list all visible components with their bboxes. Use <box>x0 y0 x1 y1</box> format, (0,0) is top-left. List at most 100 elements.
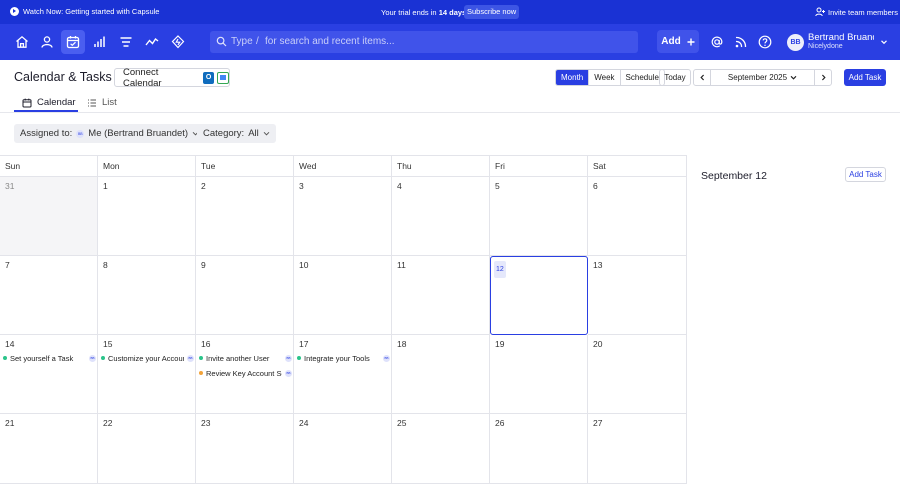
user-name[interactable]: Bertrand Bruandet <box>808 32 874 43</box>
subscribe-button[interactable]: Subscribe now <box>464 5 520 19</box>
day-cell[interactable]: 13 <box>588 256 687 335</box>
day-cell[interactable]: 6 <box>588 177 687 256</box>
mentions-button[interactable] <box>710 35 724 49</box>
day-number: 1 <box>103 181 108 191</box>
today-button[interactable]: Today <box>659 69 691 86</box>
day-cell[interactable]: 7 <box>0 256 98 335</box>
day-cell[interactable]: 12 <box>490 256 588 335</box>
task-title: Review Key Account Settings <box>206 368 282 378</box>
day-cell[interactable]: 20 <box>588 335 687 414</box>
home-icon <box>16 35 28 48</box>
calendar-task[interactable]: Invite another User BB <box>199 352 292 364</box>
nav-lists[interactable] <box>117 33 135 51</box>
task-title: Set yourself a Task <box>10 353 74 363</box>
view-week-button[interactable]: Week <box>589 70 621 85</box>
calendar-icon <box>22 98 32 107</box>
day-number: 12 <box>494 261 506 278</box>
at-sign-icon <box>711 36 723 48</box>
day-cell[interactable]: 17 Integrate your Tools BB <box>294 335 392 414</box>
chevron-down-icon[interactable] <box>880 38 888 46</box>
assigned-to-filter[interactable]: Assigned to: BB Me (Bertrand Bruandet) <box>14 124 206 143</box>
connect-calendar-button[interactable]: Connect Calendar O <box>114 66 230 89</box>
day-cell[interactable]: 16 Invite another User BB Review Key Accoun… <box>196 335 294 414</box>
side-add-task-button[interactable]: Add Task <box>845 167 886 182</box>
nav-reports[interactable] <box>91 33 109 51</box>
watch-now-label: Watch Now: Getting started with Capsule <box>23 7 160 16</box>
day-cell[interactable]: 15 Customize your Account BB <box>98 335 196 414</box>
day-cell[interactable]: 31 <box>0 177 98 256</box>
list-icon <box>120 37 132 47</box>
add-new-button[interactable]: Add <box>657 30 699 53</box>
day-cell[interactable]: 18 <box>392 335 490 414</box>
task-assignee-avatar: BB <box>285 369 292 377</box>
nav-people[interactable] <box>38 33 56 51</box>
category-filter[interactable]: Category: All <box>197 124 276 143</box>
global-search-input[interactable]: Type / for search and recent items... <box>210 31 638 53</box>
watch-now-link[interactable]: Watch Now: Getting started with Capsule <box>10 7 159 16</box>
day-number: 18 <box>397 339 407 349</box>
trial-prefix: Your trial ends in <box>381 8 437 17</box>
day-cell[interactable]: 26 <box>490 414 588 484</box>
view-schedule-button[interactable]: Schedule <box>621 70 664 85</box>
task-assignee-avatar: BB <box>383 354 390 362</box>
day-cell[interactable]: 10 <box>294 256 392 335</box>
day-number: 4 <box>397 181 402 191</box>
task-assignee-avatar: BB <box>285 354 292 362</box>
assigned-to-value: Me (Bertrand Bruandet) <box>88 128 189 139</box>
day-cell[interactable]: 23 <box>196 414 294 484</box>
calendar-task[interactable]: Customize your Account BB <box>101 352 194 364</box>
next-month-button[interactable] <box>815 70 831 85</box>
weekday-header-sun: Sun <box>0 155 98 177</box>
day-cell[interactable]: 22 <box>98 414 196 484</box>
tab-list[interactable]: List <box>87 93 117 112</box>
day-cell[interactable]: 11 <box>392 256 490 335</box>
month-label: September 2025 <box>727 73 788 82</box>
day-number: 17 <box>299 339 309 349</box>
weekday-header-wed: Wed <box>294 155 392 177</box>
user-organization: Nicelydone <box>808 43 843 50</box>
day-cell[interactable]: 3 <box>294 177 392 256</box>
day-cell[interactable]: 8 <box>98 256 196 335</box>
previous-month-button[interactable] <box>694 70 710 85</box>
view-month-button[interactable]: Month <box>556 70 590 85</box>
add-task-button[interactable]: Add Task <box>844 69 886 86</box>
day-cell[interactable]: 27 <box>588 414 687 484</box>
calendar-task[interactable]: Integrate your Tools BB <box>297 352 390 364</box>
day-cell[interactable]: 2 <box>196 177 294 256</box>
view-switcher: Month Week Schedule <box>555 69 665 86</box>
lightning-icon <box>171 35 185 49</box>
day-cell[interactable]: 24 <box>294 414 392 484</box>
day-cell[interactable]: 9 <box>196 256 294 335</box>
day-cell[interactable]: 21 <box>0 414 98 484</box>
month-picker[interactable]: September 2025 <box>710 70 815 85</box>
nav-home[interactable] <box>13 33 31 51</box>
announcement-bar: Watch Now: Getting started with Capsule … <box>0 0 900 24</box>
day-cell[interactable]: 5 <box>490 177 588 256</box>
day-cell[interactable]: 25 <box>392 414 490 484</box>
user-avatar[interactable]: BB <box>787 34 804 51</box>
calendar-task[interactable]: Set yourself a Task BB <box>3 352 96 364</box>
day-cell[interactable]: 19 <box>490 335 588 414</box>
nav-workflows[interactable] <box>169 33 187 51</box>
day-cell[interactable]: 14 Set yourself a Task BB <box>0 335 98 414</box>
day-number: 10 <box>299 260 309 270</box>
day-number: 6 <box>593 181 598 191</box>
day-cell[interactable]: 1 <box>98 177 196 256</box>
assigned-to-label: Assigned to: <box>20 128 73 139</box>
nav-pipeline[interactable] <box>143 33 161 51</box>
day-number: 20 <box>593 339 603 349</box>
feed-button[interactable] <box>734 35 748 49</box>
help-button[interactable] <box>758 35 772 49</box>
invite-team-button[interactable]: Invite team members <box>815 7 898 17</box>
chevron-left-icon <box>699 74 704 81</box>
calendar-task[interactable]: Review Key Account SettingsBB <box>199 367 292 379</box>
weekday-header-fri: Fri <box>490 155 588 177</box>
nav-calendar[interactable] <box>61 30 85 54</box>
add-new-label: Add <box>661 36 681 47</box>
day-number: 16 <box>201 339 211 349</box>
selected-date-heading: September 12 <box>701 170 767 182</box>
connect-calendar-label: Connect Calendar <box>123 66 162 89</box>
google-calendar-icon <box>217 71 229 84</box>
day-cell[interactable]: 4 <box>392 177 490 256</box>
task-status-dot <box>297 356 301 360</box>
